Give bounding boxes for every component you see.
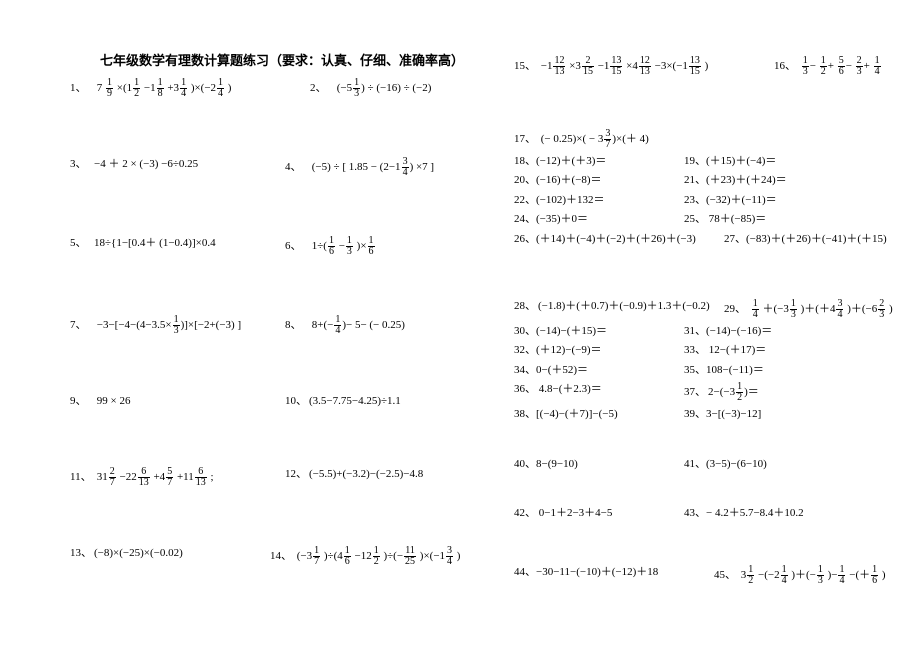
- q12: 12、(−5.5)+(−3.2)−(−2.5)−4.8: [285, 467, 423, 482]
- q29: 29、 14 ＋(−313 )＋(＋434 )＋(−623 ): [724, 299, 893, 320]
- q14: 14、 (−317 )÷(416 −1212 )÷(−1125 )×(−134 …: [270, 546, 460, 567]
- q28: 28、(−1.8)＋(＋0.7)＋(−0.9)＋1.3＋(−0.2): [514, 299, 724, 314]
- q23: 23、(−32)＋(−11)＝: [684, 193, 777, 208]
- q4: 4、 (−5) ÷ [ 1.85 − (2−134) ×7 ]: [285, 157, 434, 178]
- q1: 1、 7 19 ×(112 −118 +314 )×(−214 ): [70, 78, 310, 99]
- q19: 19、(＋15)＋(−4)＝: [684, 154, 776, 169]
- q17: 17、 (− 0.25)×( − 337)×(＋ 4): [514, 129, 914, 150]
- q31: 31、(−14)−(−16)＝: [684, 324, 772, 339]
- q24: 24、(−35)＋0＝: [514, 212, 684, 227]
- q22: 22、(−102)＋132＝: [514, 193, 684, 208]
- q3: 3、−4 ＋ 2 × (−3) −6÷0.25: [70, 157, 285, 172]
- q40: 40、8−(9−10): [514, 457, 684, 472]
- q2: 2、 (−513) ÷ (−16) ÷ (−2): [310, 78, 431, 99]
- q37: 37、2−(−312)＝: [684, 382, 759, 403]
- q41: 41、(3−5)−(6−10): [684, 457, 767, 472]
- q13: 13、(−8)×(−25)×(−0.02): [70, 546, 270, 561]
- page-title: 七年级数学有理数计算题练习（要求：认真、仔细、准确率高）: [100, 52, 464, 70]
- q6: 6、 1÷(16 −13 )×16: [285, 236, 376, 257]
- q15: 15、 −11213 ×3215 −11315 ×41213 −3×(−1131…: [514, 56, 774, 77]
- q35: 35、108−(−11)＝: [684, 363, 764, 378]
- q27: 27、(−83)＋(＋26)＋(−41)＋(＋15): [724, 232, 887, 247]
- q5: 5、18÷{1−[0.4＋ (1−0.4)]×0.4: [70, 236, 285, 251]
- q9: 9、 99 × 26: [70, 394, 285, 409]
- q11: 11、 3127 −22613 +457 +11613 ;: [70, 467, 285, 488]
- q36: 36、 4.8−(＋2.3)＝: [514, 382, 684, 397]
- q42: 42、 0−1＋2−3＋4−5: [514, 506, 684, 521]
- q30: 30、(−14)−(＋15)＝: [514, 324, 684, 339]
- q43: 43、− 4.2＋5.7−8.4＋10.2: [684, 506, 804, 521]
- q16: 16、 13− 12+ 56− 23+ 14: [774, 56, 882, 77]
- q21: 21、(＋23)＋(＋24)＝: [684, 173, 787, 188]
- q20: 20、(−16)＋(−8)＝: [514, 173, 684, 188]
- q33: 33、 12−(＋17)＝: [684, 343, 766, 358]
- q38: 38、[(−4)−(＋7)]−(−5): [514, 407, 684, 422]
- expr: 7: [97, 82, 103, 94]
- q25: 25、 78＋(−85)＝: [684, 212, 766, 227]
- q32: 32、(＋12)−(−9)＝: [514, 343, 684, 358]
- right-column: 15、 −11213 ×3215 −11315 ×41213 −3×(−1131…: [514, 56, 914, 586]
- q10: 10、(3.5−7.75−4.25)÷1.1: [285, 394, 401, 409]
- q39: 39、3−[(−3)−12]: [684, 407, 761, 422]
- q8: 8、 8+(−14)− 5− (− 0.25): [285, 315, 405, 336]
- q26: 26、(＋14)＋(−4)＋(−2)＋(＋26)＋(−3): [514, 232, 724, 247]
- left-column: 1、 7 19 ×(112 −118 +314 )×(−214 ) 2、 (−5…: [70, 78, 500, 567]
- q7: 7、 −3−[−4−(4−3.5×13)]×[−2+(−3) ]: [70, 315, 285, 336]
- q34: 34、0−(＋52)＝: [514, 363, 684, 378]
- q44: 44、−30−11−(−10)＋(−12)＋18: [514, 565, 714, 580]
- q45: 45、 312 −(−214 )＋(−13 )−14 −(＋16 ): [714, 565, 886, 586]
- q18: 18、(−12)＋(＋3)＝: [514, 154, 684, 169]
- q-num: 1、: [70, 81, 94, 96]
